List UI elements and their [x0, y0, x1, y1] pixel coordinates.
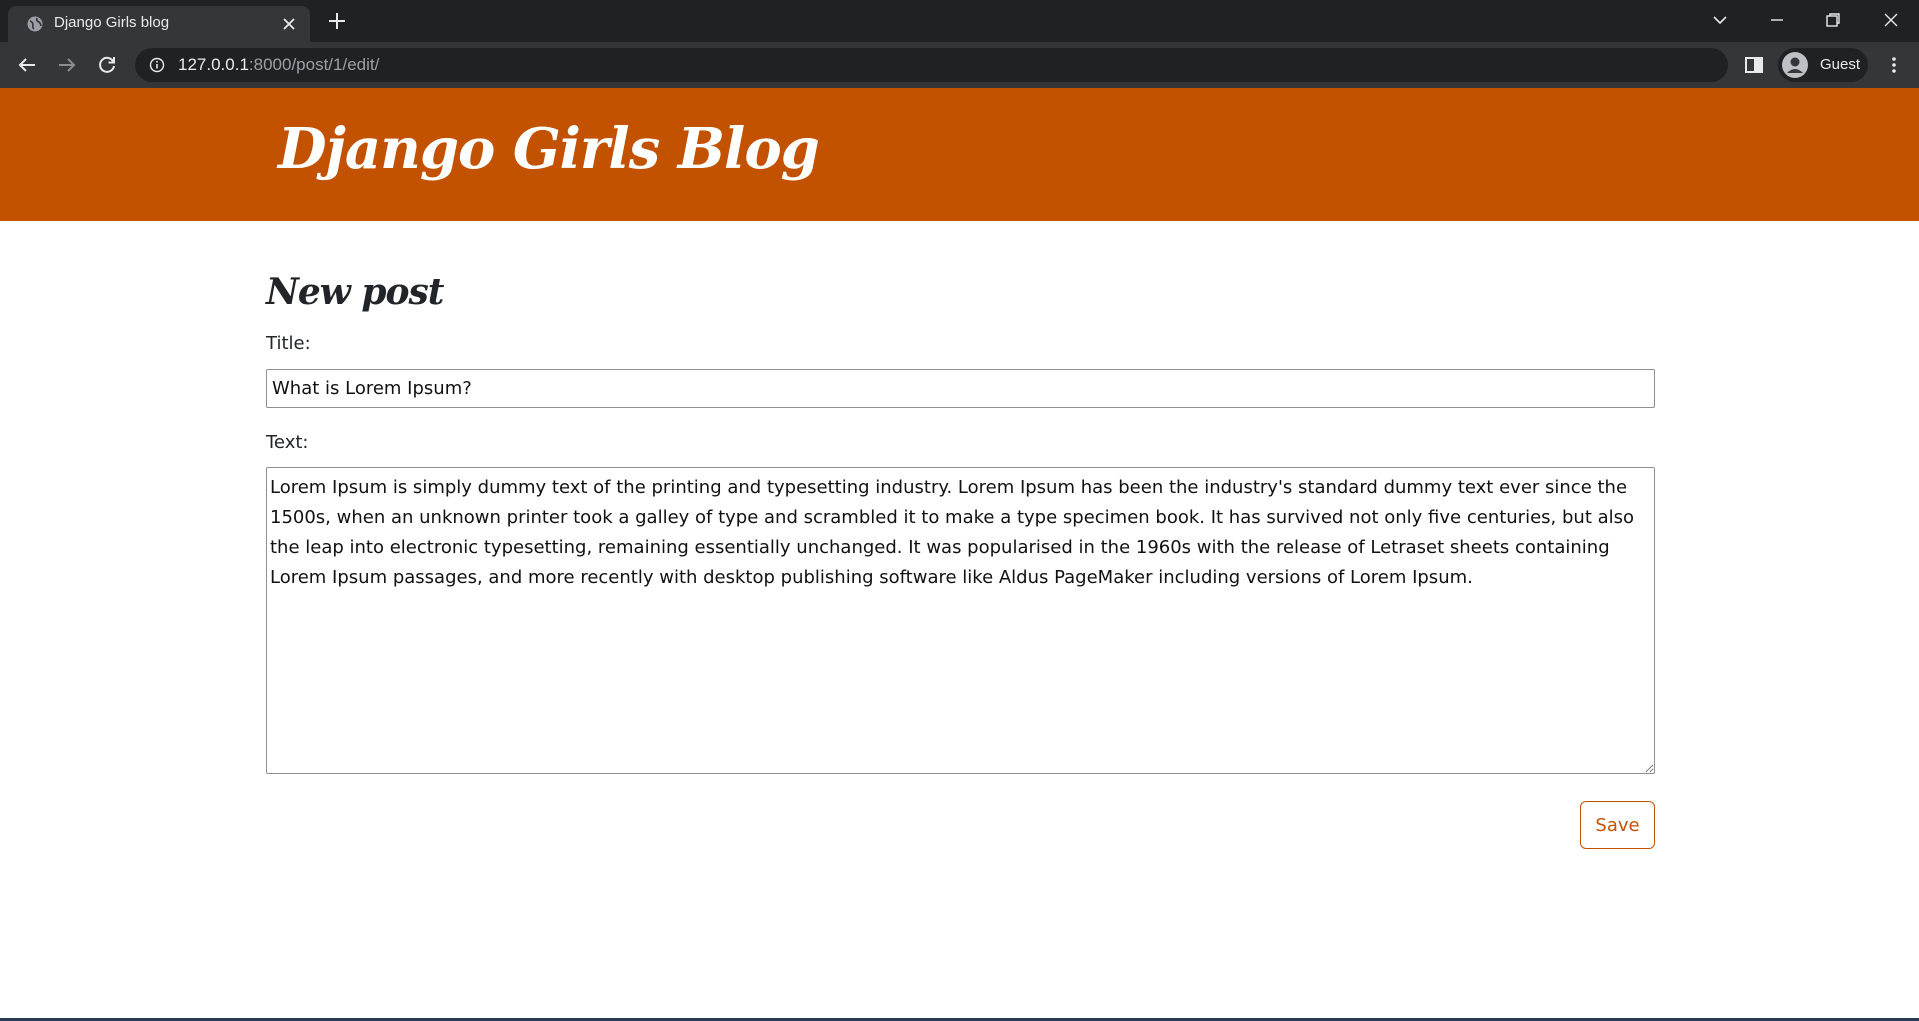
title-label: Title: — [266, 333, 311, 354]
tab-strip: Django Girls blog — [0, 0, 1919, 42]
url-path: :8000/post/1/edit/ — [248, 55, 380, 74]
browser-toolbar: 127.0.0.1:8000/post/1/edit/ Guest — [0, 42, 1919, 88]
profile-button[interactable]: Guest — [1778, 48, 1868, 82]
browser-tab[interactable]: Django Girls blog — [8, 6, 310, 42]
page-header: Django Girls Blog — [0, 88, 1919, 221]
back-arrow-icon[interactable] — [15, 53, 39, 77]
forward-arrow-icon[interactable] — [55, 53, 79, 77]
address-bar[interactable]: 127.0.0.1:8000/post/1/edit/ — [135, 48, 1728, 82]
text-area[interactable]: Lorem Ipsum is simply dummy text of the … — [266, 467, 1655, 774]
close-icon[interactable] — [1879, 8, 1903, 32]
globe-icon — [26, 15, 44, 33]
minimize-icon[interactable] — [1765, 8, 1789, 32]
kebab-menu-icon[interactable] — [1883, 54, 1905, 76]
tab-title: Django Girls blog — [54, 14, 170, 31]
site-title-link[interactable]: Django Girls Blog — [278, 116, 820, 182]
title-input[interactable] — [266, 369, 1655, 408]
url-text: 127.0.0.1:8000/post/1/edit/ — [178, 55, 379, 75]
person-icon — [1782, 52, 1808, 78]
save-button[interactable]: Save — [1580, 801, 1655, 849]
text-label: Text: — [266, 432, 309, 453]
side-panel-icon[interactable] — [1743, 54, 1765, 76]
restore-icon[interactable] — [1821, 8, 1845, 32]
page-title: New post — [266, 271, 444, 313]
info-icon[interactable] — [149, 57, 165, 73]
reload-icon[interactable] — [95, 53, 119, 77]
profile-label: Guest — [1820, 56, 1861, 73]
url-host: 127.0.0.1 — [178, 55, 249, 74]
close-icon[interactable] — [280, 15, 298, 33]
chevron-down-icon[interactable] — [1708, 8, 1732, 32]
plus-icon[interactable] — [326, 10, 348, 32]
